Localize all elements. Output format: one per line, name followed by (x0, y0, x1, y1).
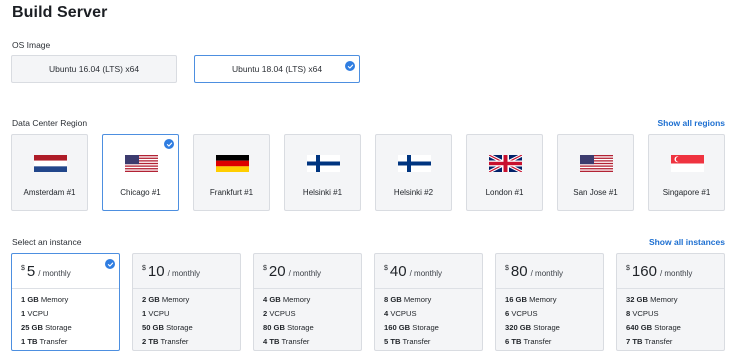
price: $ 80 / monthly (505, 263, 563, 280)
spec-vcpu: 6 VCPUS (505, 309, 538, 318)
spec-transfer: 7 TB Transfer (626, 337, 673, 346)
region-name: Helsinki #2 (393, 188, 434, 197)
price-period: / monthly (167, 269, 201, 278)
region-name: Amsterdam #1 (23, 188, 76, 197)
region-card-amsterdam-1[interactable]: Amsterdam #1 (11, 134, 88, 211)
spec-transfer: 4 TB Transfer (263, 337, 310, 346)
currency-symbol: $ (505, 265, 509, 272)
spec-memory: 2 GB Memory (142, 295, 190, 304)
price-period: / monthly (659, 269, 693, 278)
instance-label: Select an instance (12, 237, 82, 247)
region-card-london-1[interactable]: London #1 (466, 134, 543, 211)
os-option-label: Ubuntu 18.04 (LTS) x64 (231, 64, 323, 74)
region-card-frankfurt-1[interactable]: Frankfurt #1 (193, 134, 270, 211)
price-period: / monthly (38, 269, 71, 278)
singapore-flag-icon (671, 155, 704, 172)
region-name: Frankfurt #1 (209, 188, 254, 197)
netherlands-flag-icon (34, 155, 67, 172)
spec-memory: 8 GB Memory (384, 295, 432, 304)
currency-symbol: $ (626, 265, 630, 272)
region-name: London #1 (485, 188, 524, 197)
os-image-label: OS Image (12, 40, 51, 50)
price: $ 5 / monthly (21, 263, 71, 280)
region-label: Data Center Region (12, 118, 88, 128)
spec-vcpu: 1 VCPU (142, 309, 170, 318)
region-name: Chicago #1 (120, 188, 161, 197)
divider (12, 288, 119, 289)
region-name: San Jose #1 (573, 188, 618, 197)
spec-memory: 32 GB Memory (626, 295, 678, 304)
price-period: / monthly (288, 269, 322, 278)
spec-vcpu: 4 VCPUS (384, 309, 417, 318)
instance-card-5[interactable]: $ 5 / monthly 1 GB Memory 1 VCPU 25 GB S… (11, 253, 120, 351)
currency-symbol: $ (21, 265, 25, 272)
spec-storage: 640 GB Storage (626, 323, 681, 332)
price-amount: 40 (389, 263, 407, 280)
spec-storage: 320 GB Storage (505, 323, 560, 332)
page-title: Build Server (12, 4, 108, 21)
region-name: Helsinki #1 (302, 188, 343, 197)
divider (496, 288, 603, 289)
germany-flag-icon (216, 155, 249, 172)
region-name: Singapore #1 (662, 188, 711, 197)
instance-card-80[interactable]: $ 80 / monthly 16 GB Memory 6 VCPUS 320 … (495, 253, 604, 351)
currency-symbol: $ (263, 265, 267, 272)
spec-storage: 80 GB Storage (263, 323, 314, 332)
divider (375, 288, 482, 289)
usa-flag-icon (125, 155, 158, 172)
price: $ 40 / monthly (384, 263, 442, 280)
instance-card-20[interactable]: $ 20 / monthly 4 GB Memory 2 VCPUS 80 GB… (253, 253, 362, 351)
region-card-chicago-1[interactable]: Chicago #1 (102, 134, 179, 211)
spec-memory: 4 GB Memory (263, 295, 311, 304)
price: $ 20 / monthly (263, 263, 321, 280)
check-icon (105, 259, 115, 269)
os-option-label: Ubuntu 16.04 (LTS) x64 (48, 64, 140, 74)
divider (617, 288, 724, 289)
currency-symbol: $ (142, 265, 146, 272)
spec-storage: 50 GB Storage (142, 323, 193, 332)
price-amount: 10 (147, 263, 165, 280)
spec-transfer: 5 TB Transfer (384, 337, 431, 346)
region-card-helsinki-1[interactable]: Helsinki #1 (284, 134, 361, 211)
check-icon (345, 61, 355, 71)
price-amount: 20 (268, 263, 286, 280)
spec-storage: 160 GB Storage (384, 323, 439, 332)
region-card-helsinki-2[interactable]: Helsinki #2 (375, 134, 452, 211)
currency-symbol: $ (384, 265, 388, 272)
price-amount: 5 (26, 263, 36, 280)
price-period: / monthly (530, 269, 564, 278)
spec-vcpu: 2 VCPUS (263, 309, 296, 318)
spec-transfer: 6 TB Transfer (505, 337, 552, 346)
spec-storage: 25 GB Storage (21, 323, 72, 332)
price-amount: 80 (510, 263, 528, 280)
spec-vcpu: 1 VCPU (21, 309, 49, 318)
instance-card-40[interactable]: $ 40 / monthly 8 GB Memory 4 VCPUS 160 G… (374, 253, 483, 351)
price-period: / monthly (409, 269, 443, 278)
price-amount: 160 (631, 263, 657, 280)
show-all-instances-link[interactable]: Show all instances (649, 237, 725, 247)
finland-flag-icon (398, 155, 431, 172)
spec-vcpu: 8 VCPUS (626, 309, 659, 318)
os-option-ubuntu-1604[interactable]: Ubuntu 16.04 (LTS) x64 (11, 55, 177, 83)
region-card-san-jose-1[interactable]: San Jose #1 (557, 134, 634, 211)
spec-memory: 16 GB Memory (505, 295, 557, 304)
price: $ 10 / monthly (142, 263, 200, 280)
spec-transfer: 2 TB Transfer (142, 337, 189, 346)
instance-card-10[interactable]: $ 10 / monthly 2 GB Memory 1 VCPU 50 GB … (132, 253, 241, 351)
os-option-ubuntu-1804[interactable]: Ubuntu 18.04 (LTS) x64 (194, 55, 360, 83)
instance-card-160[interactable]: $ 160 / monthly 32 GB Memory 8 VCPUS 640… (616, 253, 725, 351)
check-icon (164, 139, 174, 149)
price: $ 160 / monthly (626, 263, 692, 280)
usa-flag-icon (580, 155, 613, 172)
spec-memory: 1 GB Memory (21, 295, 69, 304)
divider (254, 288, 361, 289)
region-card-singapore-1[interactable]: Singapore #1 (648, 134, 725, 211)
show-all-regions-link[interactable]: Show all regions (657, 118, 725, 128)
finland-flag-icon (307, 155, 340, 172)
divider (133, 288, 240, 289)
spec-transfer: 1 TB Transfer (21, 337, 68, 346)
uk-flag-icon (489, 155, 522, 172)
